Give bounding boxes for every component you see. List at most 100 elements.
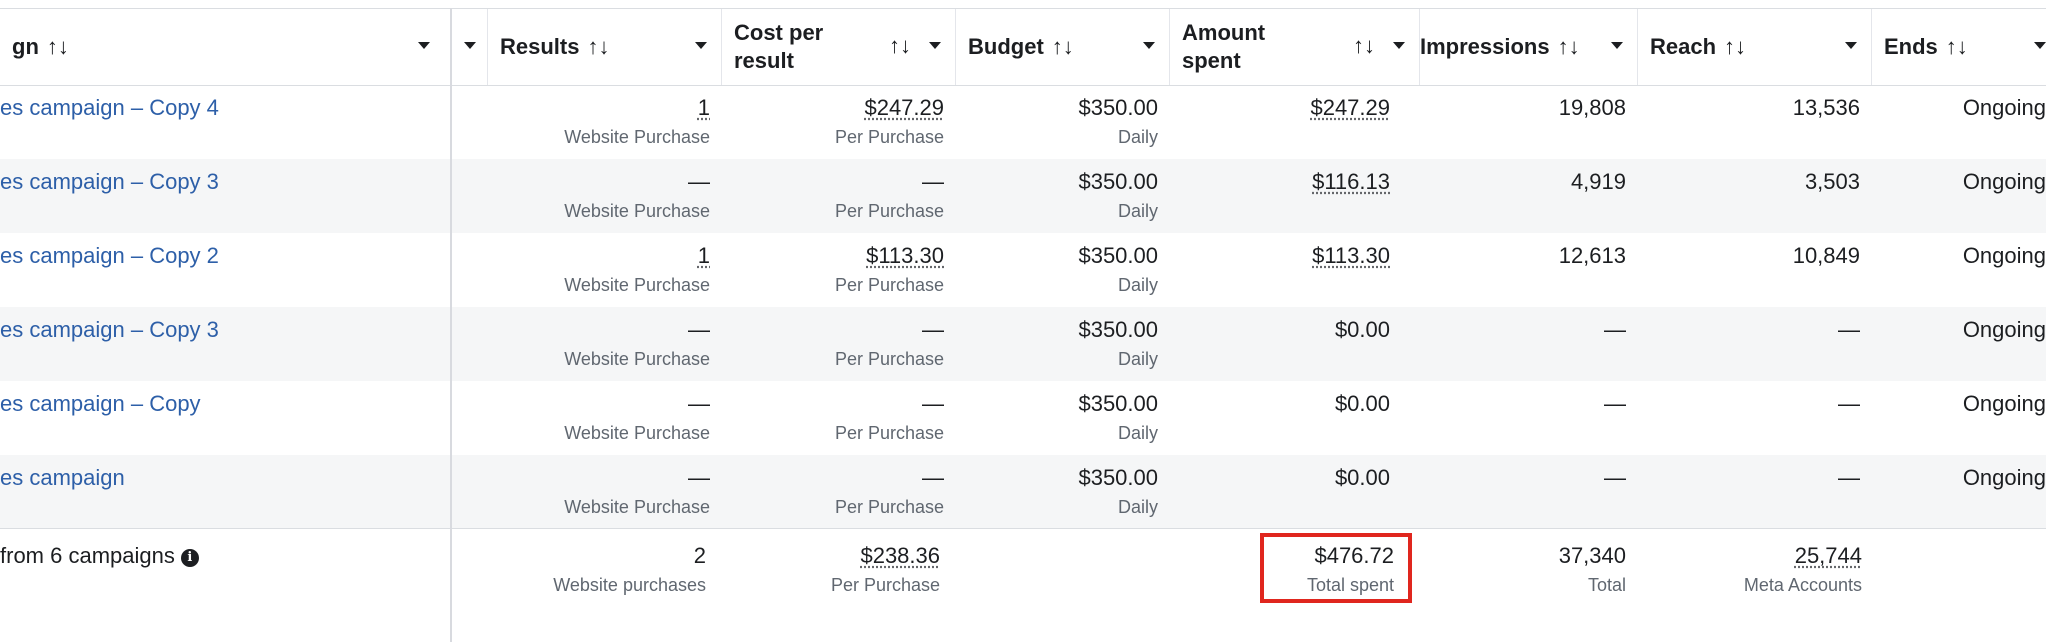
sort-icon[interactable]: ↑↓ [47,34,69,60]
ends-value: Ongoing [1962,391,2046,416]
chevron-down-icon[interactable] [1393,42,1405,49]
sort-icon[interactable]: ↑↓ [1353,33,1375,59]
cost-per-result-subtext: Per Purchase [834,275,944,295]
chevron-down-icon[interactable] [929,42,941,49]
results-value[interactable]: 1 [698,243,710,269]
column-title-campaign: gn [12,34,39,59]
ends-value: Ongoing [1962,169,2046,194]
sort-icon[interactable]: ↑↓ [1558,34,1580,60]
total-reach-value[interactable]: 25,744 [1795,543,1862,569]
budget-subtext: Daily [1117,349,1158,369]
total-cost-per-result-value[interactable]: $238.36 [860,543,940,569]
sort-icon[interactable]: ↑↓ [1052,34,1074,60]
chevron-down-icon[interactable] [1611,42,1623,49]
chevron-down-icon[interactable] [695,42,707,49]
impressions-value: — [1604,391,1626,416]
budget-value: $350.00 [1078,169,1158,194]
budget-subtext: Daily [1117,201,1158,221]
results-subtext: Website Purchase [564,127,710,147]
campaign-name-link[interactable]: es campaign – Copy 2 [0,243,219,269]
cost-per-result-subtext: Per Purchase [834,349,944,369]
budget-subtext: Daily [1117,423,1158,443]
cost-per-result-value[interactable]: $113.30 [866,243,944,269]
chevron-down-icon[interactable] [1845,42,1857,49]
column-title-ends: Ends [1884,34,1938,59]
cost-per-result-line2: result [734,48,794,73]
sort-icon[interactable]: ↑↓ [587,34,609,60]
column-header-budget[interactable]: Budget ↑↓ [956,9,1170,85]
reach-value: 3,503 [1804,169,1860,194]
table-row[interactable]: es campaign – Copy 4 1 Website Purchase … [0,85,2046,159]
results-value[interactable]: 1 [698,95,710,121]
total-spent-highlight-box [1260,533,1412,603]
cost-per-result-subtext: Per Purchase [834,423,944,443]
table-row[interactable]: es campaign – Copy — Website Purchase — … [0,381,2046,455]
column-header-reach[interactable]: Reach ↑↓ [1638,9,1872,85]
budget-subtext: Daily [1117,127,1158,147]
campaign-name-link[interactable]: es campaign – Copy 4 [0,95,219,121]
column-header-campaign[interactable]: gn ↑↓ [0,9,450,85]
total-impressions-subtext: Total [1587,575,1626,595]
results-value: — [688,317,710,342]
chevron-down-icon[interactable] [1143,42,1155,49]
frozen-column-divider[interactable] [450,8,452,642]
campaign-name-link[interactable]: es campaign – Copy 3 [0,317,219,343]
campaign-name-link[interactable]: es campaign – Copy [0,391,201,417]
amount-spent-value[interactable]: $116.13 [1312,169,1390,195]
results-value: — [688,169,710,194]
total-impressions-value: 37,340 [1558,543,1626,568]
column-header-results[interactable]: Results ↑↓ [488,9,722,85]
impressions-value: — [1604,465,1626,490]
amount-spent-value[interactable]: $113.30 [1312,243,1390,269]
table-row[interactable]: es campaign – Copy 3 — Website Purchase … [0,307,2046,381]
column-title-reach: Reach [1650,34,1717,59]
campaign-name-link[interactable]: es campaign – Copy 3 [0,169,219,195]
amount-spent-value: $0.00 [1334,465,1390,490]
total-cost-per-result-subtext: Per Purchase [830,575,940,595]
info-icon[interactable]: i [180,549,199,567]
cost-per-result-value[interactable]: $247.29 [864,95,944,121]
column-header-cost-per-result[interactable]: Cost per result ↑↓ [722,9,956,85]
cost-per-result-subtext: Per Purchase [834,201,944,221]
ends-value: Ongoing [1962,317,2046,342]
budget-value: $350.00 [1078,465,1158,490]
column-header-ends[interactable]: Ends ↑↓ [1872,9,2046,85]
budget-value: $350.00 [1078,391,1158,416]
sort-icon[interactable]: ↑↓ [1946,34,1968,60]
total-reach-subtext: Meta Accounts [1743,575,1862,595]
results-subtext: Website Purchase [564,201,710,221]
cost-per-result-subtext: Per Purchase [834,127,944,147]
column-header-impressions[interactable]: Impressions ↑↓ [1408,9,1638,85]
amount-spent-line1: Amount [1182,20,1266,45]
column-header-options[interactable] [452,9,488,85]
cost-per-result-value: — [922,169,944,194]
chevron-down-icon[interactable] [2034,42,2046,49]
reach-value: 10,849 [1792,243,1860,268]
amount-spent-value[interactable]: $247.29 [1310,95,1390,121]
campaign-name-link[interactable]: es campaign [0,465,125,491]
cost-per-result-subtext: Per Purchase [834,497,944,517]
sort-icon[interactable]: ↑↓ [889,33,911,59]
results-value: — [688,465,710,490]
chevron-down-icon[interactable] [464,42,476,49]
column-header-amount-spent[interactable]: Amount spent ↑↓ [1170,9,1420,85]
table-row[interactable]: es campaign — Website Purchase — Per Pur… [0,455,2046,529]
results-subtext: Website Purchase [564,423,710,443]
total-results-value: 2 [693,543,706,568]
budget-subtext: Daily [1117,497,1158,517]
column-title-amount-spent: Amount spent [1182,19,1265,75]
totals-row: from 6 campaigns i 2 Website purchases $2… [0,528,2046,639]
budget-subtext: Daily [1117,275,1158,295]
column-title-impressions: Impressions [1420,34,1550,59]
table-row[interactable]: es campaign – Copy 3 — Website Purchase … [0,159,2046,233]
table-row[interactable]: es campaign – Copy 2 1 Website Purchase … [0,233,2046,307]
chevron-down-icon[interactable] [418,42,430,49]
reach-value: — [1838,317,1860,342]
total-results-subtext: Website purchases [553,575,706,595]
ends-value: Ongoing [1962,243,2046,268]
budget-value: $350.00 [1078,243,1158,268]
totals-label: from 6 campaigns i [0,543,199,569]
sort-icon[interactable]: ↑↓ [1724,34,1746,60]
amount-spent-value: $0.00 [1334,317,1390,342]
cost-per-result-value: — [922,391,944,416]
